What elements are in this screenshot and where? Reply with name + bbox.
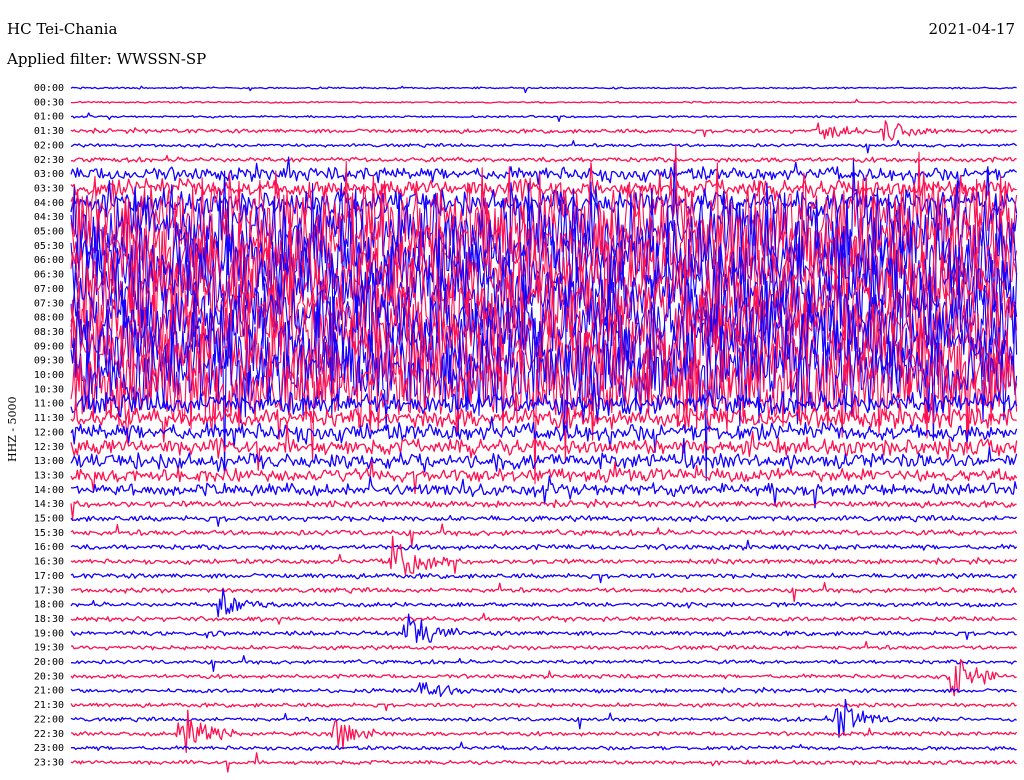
time-label: 15:00 [34,514,64,525]
trace-row [70,539,1018,551]
time-label: 20:30 [34,671,64,682]
time-label: 06:30 [34,270,64,281]
time-label: 12:00 [34,427,64,438]
trace-row [70,741,1017,752]
trace-row [70,702,1017,712]
time-label: 00:30 [34,97,64,108]
trace-row [70,139,1018,154]
trace-row [70,120,1017,142]
time-label: 03:00 [34,169,64,180]
time-label: 02:30 [34,155,64,166]
seismic-traces [70,85,1018,773]
time-label: 10:00 [34,370,64,381]
time-label: 22:00 [34,714,64,725]
time-label: 01:00 [34,112,64,123]
trace-row [70,582,1017,603]
trace-row [71,98,1017,104]
trace-row [70,514,1018,527]
time-label: 23:00 [34,743,64,754]
time-label: 14:00 [34,485,64,496]
trace-row [70,523,1018,547]
time-label: 21:00 [34,686,64,697]
time-label: 16:00 [34,542,64,553]
trace-row [70,154,1017,164]
trace-row [70,655,1017,673]
trace-row [70,588,1017,618]
time-label: 04:30 [34,212,64,223]
time-label: 21:30 [34,700,64,711]
time-labels: 00:00 00:30 01:00 01:30 02:00 02:30 03:00 03:30… [34,83,64,768]
time-label: 07:30 [34,298,64,309]
time-label: 06:00 [34,255,64,266]
time-label: 19:00 [34,628,64,639]
time-label: 17:30 [34,585,64,596]
trace-row [70,640,1017,651]
time-label: 09:30 [34,356,64,367]
time-label: 01:30 [34,126,64,137]
helicorder-plot: 00:00 00:30 01:00 01:30 02:00 02:30 03:00 03:30… [34,83,1018,773]
time-label: 17:00 [34,571,64,582]
time-label: 20:00 [34,657,64,668]
time-label: 23:30 [34,757,64,768]
time-label: 08:00 [34,313,64,324]
time-label: 07:00 [34,284,64,295]
time-label: 11:00 [34,399,64,410]
trace-row [70,85,1017,94]
time-label: 05:30 [34,241,64,252]
time-label: 03:30 [34,183,64,194]
time-label: 22:30 [34,729,64,740]
time-label: 12:30 [34,442,64,453]
time-label: 13:00 [34,456,64,467]
time-label: 19:30 [34,643,64,654]
trace-row [70,112,1017,123]
time-label: 18:30 [34,614,64,625]
trace-row [70,612,1017,625]
time-label: 09:00 [34,341,64,352]
time-label: 08:30 [34,327,64,338]
time-label: 18:00 [34,600,64,611]
time-label: 02:00 [34,140,64,151]
time-label: 04:00 [34,198,64,209]
time-label: 13:30 [34,470,64,481]
time-label: 00:00 [34,83,64,94]
trace-row [70,613,1017,644]
time-label: 15:30 [34,528,64,539]
trace-row [70,535,1018,576]
trace-row [70,681,1017,698]
time-label: 14:30 [34,499,64,510]
time-label: 05:00 [34,227,64,238]
time-label: 16:30 [34,557,64,568]
time-label: 11:30 [34,413,64,424]
trace-row [70,752,1017,773]
trace-row [70,572,1017,584]
time-label: 10:30 [34,384,64,395]
